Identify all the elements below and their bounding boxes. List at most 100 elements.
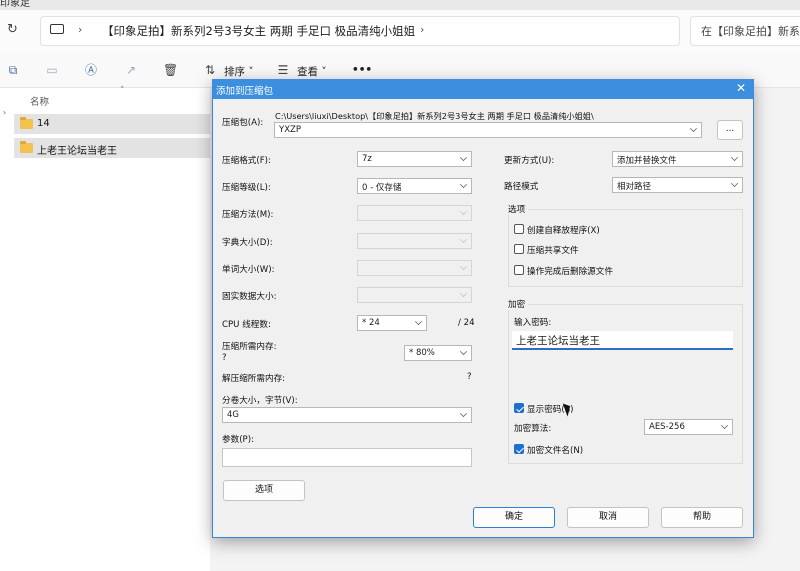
format-value: 7z [362, 154, 372, 164]
level-select[interactable]: 0 - 仅存储 [357, 178, 472, 194]
file-name: 上老王论坛当老王 [37, 146, 117, 157]
pathmode-select[interactable]: 相对路径 [612, 177, 743, 193]
delete-source-label[interactable]: 操作完成后删除源文件 [527, 265, 613, 277]
chevron-right-icon[interactable]: › [420, 23, 424, 36]
mem-decomp-value: ? [467, 372, 472, 382]
delete-source-checkbox[interactable] [514, 265, 524, 275]
format-label: 压缩格式(F): [222, 156, 271, 166]
solid-select [357, 287, 472, 303]
mem-decomp-label: 解压缩所需内存: [222, 374, 286, 384]
method-label: 压缩方法(M): [222, 210, 274, 220]
volume-label: 分卷大小，字节(V): [222, 396, 298, 406]
encryption-group-label: 加密 [508, 298, 529, 310]
address-path-segment[interactable]: 【印象足拍】新系列2号3号女主 两期 手足口 极品清纯小姐姐 [102, 23, 415, 39]
archive-name-combo[interactable]: YXZP [274, 122, 702, 138]
search-input[interactable]: 在【印象足拍】新系列 [690, 16, 800, 46]
solid-label: 固实数据大小: [222, 292, 277, 302]
chevron-down-icon [690, 125, 697, 132]
archive-label: 压缩包(A): [222, 118, 264, 128]
params-input[interactable] [222, 448, 472, 467]
sfx-label[interactable]: 创建自释放程序(X) [527, 224, 600, 236]
update-select[interactable]: 添加并替换文件 [612, 151, 743, 167]
chevron-down-icon [731, 180, 738, 187]
params-label: 参数(P): [222, 435, 254, 445]
shared-checkbox[interactable] [514, 244, 524, 254]
threads-total: / 24 [458, 318, 475, 328]
nav-chevron-icon[interactable]: › [3, 108, 6, 117]
pathmode-value: 相对路径 [617, 182, 652, 192]
sort-label: 排序 [224, 66, 245, 78]
dict-select [357, 233, 472, 249]
volume-value: 4G [227, 410, 239, 420]
chevron-down-icon [460, 290, 467, 297]
chevron-down-icon [460, 263, 467, 270]
view-label: 查看 [297, 66, 318, 78]
close-icon[interactable]: ✕ [736, 81, 746, 95]
show-password-checkbox[interactable] [514, 403, 524, 413]
password-label: 输入密码: [514, 318, 552, 328]
chevron-down-icon [460, 208, 467, 215]
enc-method-value: AES-256 [649, 422, 685, 432]
chevron-down-icon [721, 422, 728, 429]
copy-icon[interactable]: ⧉ [6, 63, 20, 77]
file-name: 14 [37, 118, 50, 129]
view-button[interactable]: 查看 ˅ [297, 64, 327, 79]
chevron-down-icon [415, 318, 422, 325]
ok-button[interactable]: 确定 [473, 507, 555, 528]
chevron-right-icon[interactable]: › [78, 23, 82, 36]
volume-combo[interactable]: 4G [222, 407, 472, 423]
folder-icon [20, 117, 33, 129]
sort-button[interactable]: 排序 ˅ [224, 64, 254, 79]
chevron-down-icon [460, 236, 467, 243]
enc-method-label: 加密算法: [514, 424, 552, 434]
file-row[interactable]: 14 [14, 114, 210, 134]
paste-icon[interactable]: ▭ [45, 63, 59, 77]
level-label: 压缩等级(L): [222, 183, 271, 193]
shared-label[interactable]: 压缩共享文件 [527, 244, 579, 256]
threads-value: * 24 [362, 318, 380, 328]
refresh-icon[interactable]: ↻ [7, 22, 18, 37]
help-button[interactable]: 帮助 [661, 507, 743, 528]
sort-ascending-icon: ˄ [120, 86, 125, 96]
word-label: 单词大小(W): [222, 265, 275, 275]
rename-icon[interactable]: Ⓐ [84, 63, 98, 77]
browse-button[interactable]: ... [717, 120, 743, 140]
more-button[interactable]: ••• [352, 64, 372, 76]
window-top-strip [0, 0, 800, 10]
threads-label: CPU 线程数: [222, 320, 271, 330]
dialog-title: 添加到压缩包 [216, 86, 274, 97]
threads-select[interactable]: * 24 [357, 315, 427, 331]
enc-method-select[interactable]: AES-256 [644, 419, 733, 435]
cancel-button[interactable]: 取消 [567, 507, 649, 528]
password-field[interactable]: 上老王论坛当老王 [512, 331, 733, 350]
share-icon[interactable]: ↗ [124, 63, 138, 77]
update-value: 添加并替换文件 [617, 156, 677, 166]
mem-comp-unknown: ? [222, 353, 227, 363]
encrypt-names-label[interactable]: 加密文件名(N) [527, 444, 583, 456]
format-select[interactable]: 7z [357, 151, 472, 167]
chevron-down-icon [731, 154, 738, 161]
pathmode-label: 路径模式 [504, 182, 539, 192]
computer-icon[interactable] [50, 24, 64, 34]
chevron-down-icon [460, 181, 467, 188]
view-icon[interactable]: ☰ [276, 63, 290, 77]
encrypt-names-checkbox[interactable] [514, 444, 524, 454]
archive-name-value: YXZP [279, 125, 301, 135]
mem-comp-label: 压缩所需内存: [222, 342, 277, 352]
delete-icon[interactable]: 🗑 [163, 63, 178, 77]
sfx-checkbox[interactable] [514, 224, 524, 234]
options-group-label: 选项 [508, 203, 529, 215]
sort-icon[interactable]: ⇅ [203, 63, 217, 77]
update-label: 更新方式(U): [504, 156, 555, 166]
mem-comp-value: * 80% [409, 348, 435, 358]
column-header-name[interactable]: 名称 [30, 94, 49, 108]
dialog-titlebar[interactable]: 添加到压缩包 ✕ [212, 79, 754, 99]
level-value: 0 - 仅存储 [362, 183, 402, 193]
method-select [357, 205, 472, 221]
chevron-down-icon [460, 410, 467, 417]
options-button[interactable]: 选项 [223, 480, 305, 501]
file-row[interactable]: 上老王论坛当老王 [14, 138, 210, 158]
window-title-fragment: 印象足 [0, 0, 30, 9]
word-select [357, 260, 472, 276]
mem-comp-select[interactable]: * 80% [404, 345, 472, 361]
